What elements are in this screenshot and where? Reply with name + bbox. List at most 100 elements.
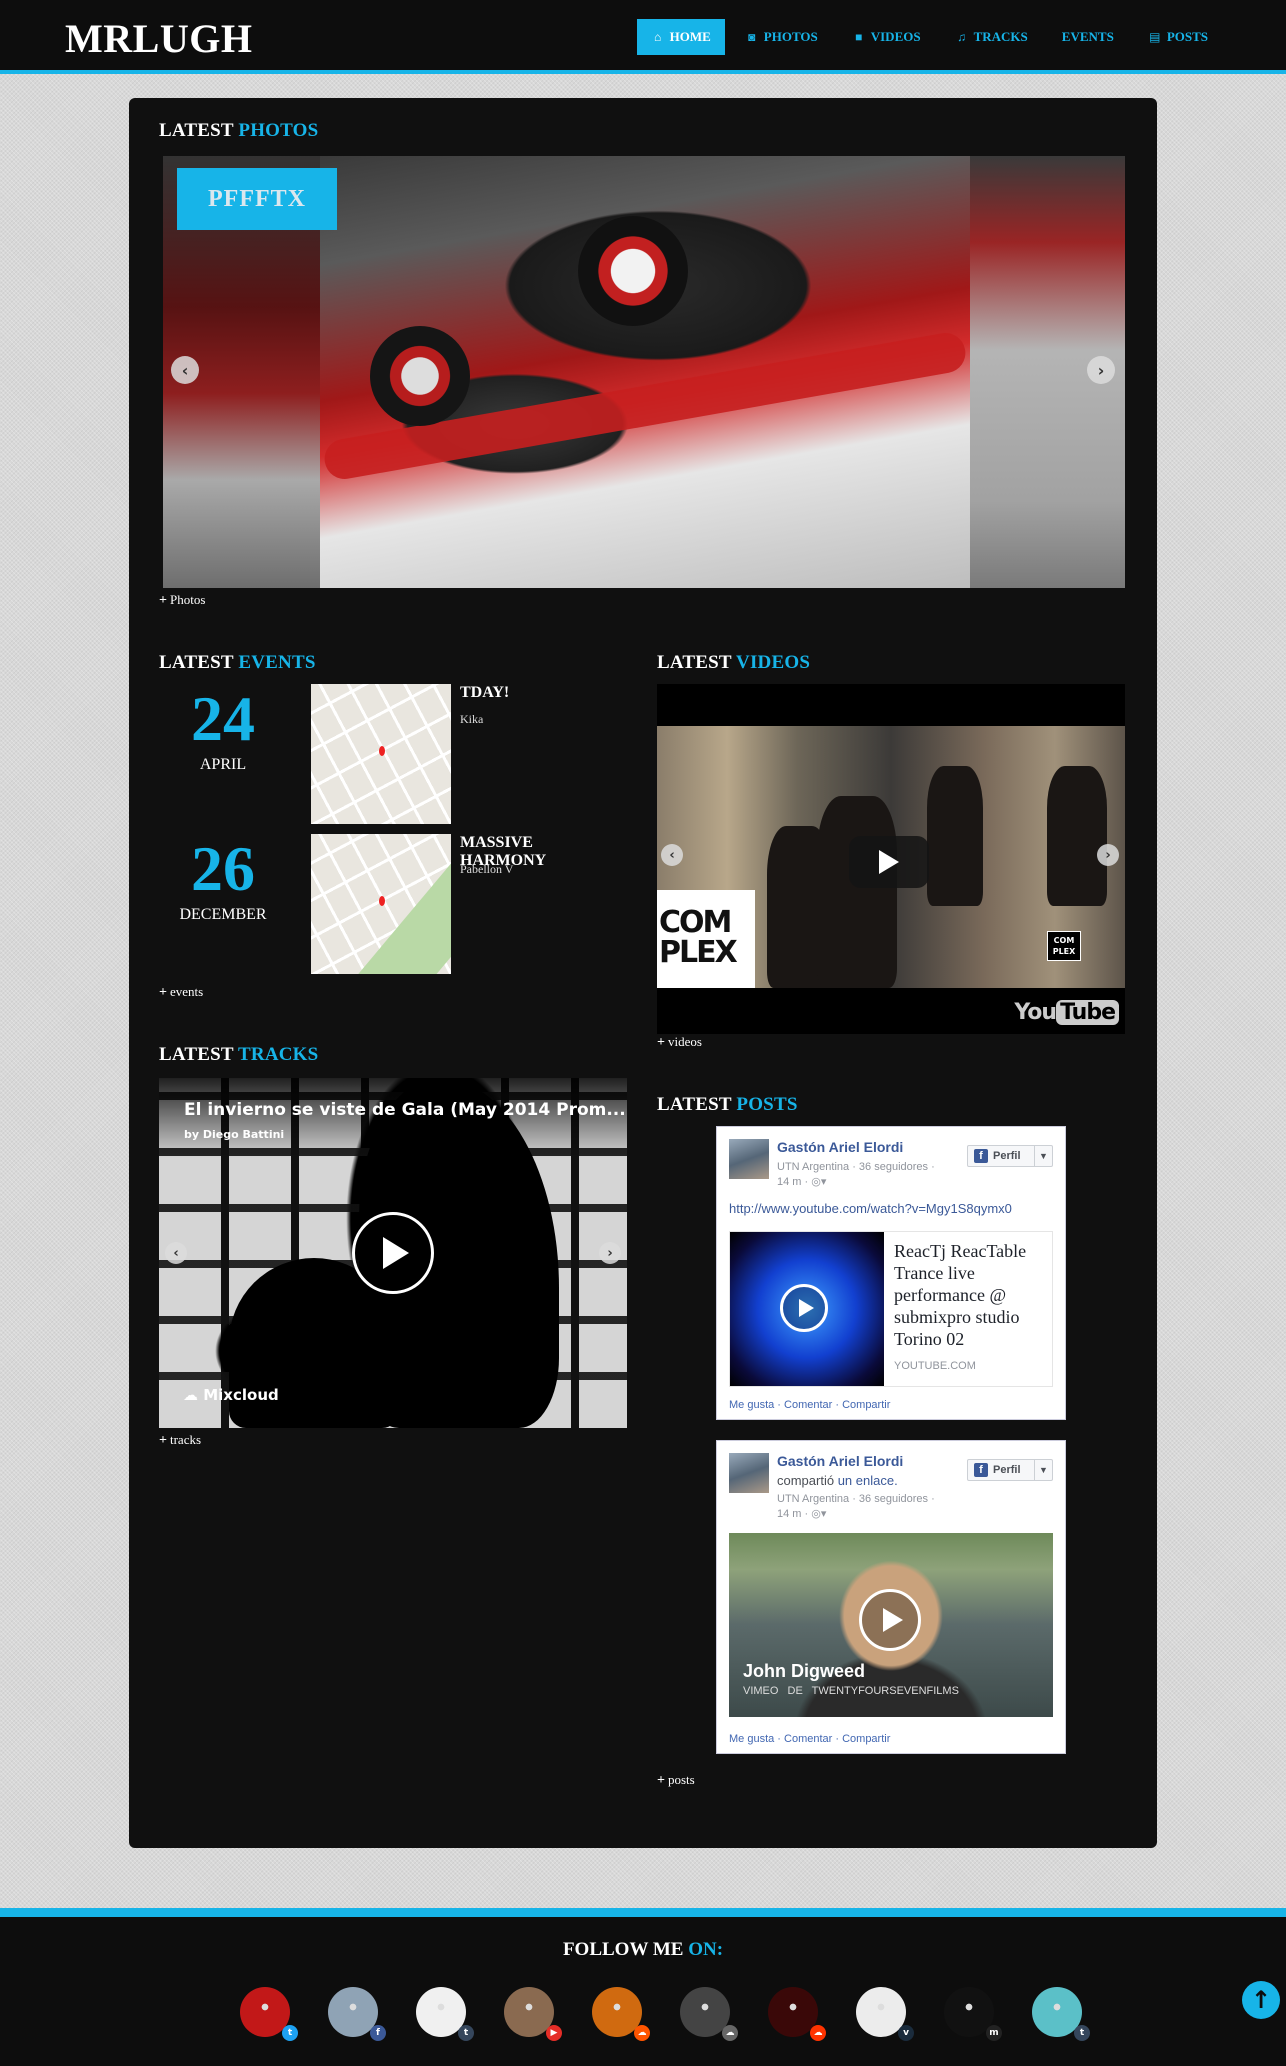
social-link-tumblr[interactable]: t [416, 1987, 474, 2041]
title-highlight: VIDEOS [736, 652, 811, 673]
embedded-video[interactable]: John Digweed VIMEO DE TWENTYFOURSEVENFIL… [729, 1533, 1053, 1717]
post-actions[interactable]: Me gusta · Comentar · Compartir [729, 1399, 890, 1411]
post-meta: UTN Argentina · 36 seguidores · [777, 1493, 935, 1505]
more-events-link[interactable]: + events [159, 984, 203, 1001]
plus-icon: + [657, 1035, 665, 1050]
twitter-icon: t [282, 2025, 298, 2041]
facebook-icon: f [974, 1149, 988, 1163]
event-place: Kika [460, 712, 484, 726]
current-slide-image [320, 156, 970, 588]
nav-home[interactable]: ⌂ HOME [636, 19, 725, 55]
youtube-player[interactable]: COM PLEX COM PLEX ‹ › You Tube [657, 684, 1125, 1034]
track-next-arrow-icon[interactable]: › [599, 1242, 621, 1264]
facebook-icon: f [974, 1463, 988, 1477]
mixcloud-logo[interactable]: ☁ Mixcloud [183, 1386, 279, 1404]
more-photos-link[interactable]: + Photos [159, 592, 205, 609]
brand-logo[interactable]: MRLUGH [65, 15, 252, 62]
social-link-soundcloud[interactable]: ☁ [680, 1987, 738, 2041]
profile-button[interactable]: f Perfil ▼ [967, 1459, 1053, 1481]
slider-next-arrow-icon[interactable]: › [1087, 356, 1115, 384]
post-action-link[interactable]: un enlace. [838, 1473, 898, 1488]
mixcloud-player[interactable]: El invierno se viste de Gala (May 2014 P… [159, 1078, 627, 1428]
event-item[interactable]: 24 APRIL TDAY! Kika [163, 684, 603, 826]
social-link-youtube[interactable]: ▶ [504, 1987, 562, 2041]
event-item[interactable]: 26 DECEMBER MASSIVE HARMONY Pabellon V [163, 834, 603, 976]
profile-button[interactable]: f Perfil ▼ [967, 1145, 1053, 1167]
nav-tracks[interactable]: ♫ TRACKS [941, 19, 1042, 55]
social-link-twitter[interactable]: t [240, 1987, 298, 2041]
post-link[interactable]: http://www.youtube.com/watch?v=Mgy1S8qym… [729, 1201, 1012, 1216]
post-author[interactable]: Gastón Ariel Elordi [777, 1453, 903, 1469]
tumblr-icon: t [458, 2025, 474, 2041]
post-meta: UTN Argentina · 36 seguidores · [777, 1161, 935, 1173]
more-posts-label: posts [667, 1772, 695, 1787]
profile-button-label: Perfil [993, 1464, 1021, 1476]
social-link-tumblr[interactable]: t [1032, 1987, 1090, 2041]
more-videos-label: videos [667, 1034, 702, 1049]
photo-slider[interactable]: PFFFTX ‹ › [163, 156, 1125, 588]
youtube-logo-you: You [1014, 1000, 1057, 1025]
title-prefix: LATEST [657, 652, 737, 673]
social-link-mixcloud[interactable]: m [944, 1987, 1002, 2041]
social-link-soundcloud[interactable]: ☁ [592, 1987, 650, 2041]
youtube-logo[interactable]: You Tube [1014, 1000, 1119, 1025]
facebook-icon: f [370, 2025, 386, 2041]
social-link-facebook[interactable]: f [328, 1987, 386, 2041]
link-title[interactable]: ReacTj ReacTable Trance live performance… [894, 1240, 1050, 1350]
facebook-post[interactable]: Gastón Ariel Elordi compartió un enlace.… [716, 1440, 1066, 1754]
post-author[interactable]: Gastón Ariel Elordi [777, 1139, 903, 1155]
more-videos-link[interactable]: + videos [657, 1034, 702, 1051]
back-to-top-arrow-icon[interactable]: ↑ [1242, 1981, 1280, 2019]
nav-photos[interactable]: ◙ PHOTOS [731, 19, 832, 55]
more-tracks-link[interactable]: + tracks [159, 1432, 201, 1449]
play-button-icon[interactable] [780, 1284, 828, 1332]
post-time: 14 m · ◎▾ [777, 1508, 827, 1520]
soundcloud-icon: ☁ [634, 2025, 650, 2041]
nav-events[interactable]: EVENTS [1048, 19, 1128, 55]
caret-down-icon[interactable]: ▼ [1034, 1146, 1052, 1166]
event-map[interactable] [311, 684, 451, 824]
post-actions[interactable]: Me gusta · Comentar · Compartir [729, 1733, 890, 1745]
track-prev-arrow-icon[interactable]: ‹ [165, 1242, 187, 1264]
slider-prev-arrow-icon[interactable]: ‹ [171, 356, 199, 384]
play-button-icon[interactable] [352, 1212, 434, 1294]
nav-label: PHOTOS [763, 29, 818, 44]
facebook-post[interactable]: Gastón Ariel Elordi UTN Argentina · 36 s… [716, 1126, 1066, 1420]
event-name[interactable]: TDAY! [460, 684, 509, 702]
headphone-earcup [370, 326, 470, 426]
social-links: t f t ▶ ☁ ☁ ☁ v m t [240, 1987, 1090, 2041]
track-author[interactable]: by Diego Battini [184, 1128, 284, 1141]
more-posts-link[interactable]: + posts [657, 1772, 695, 1789]
profile-button-label: Perfil [993, 1150, 1021, 1162]
video-person [1047, 766, 1107, 906]
event-month: DECEMBER [179, 906, 267, 923]
camera-icon: ◙ [748, 29, 756, 44]
vimeo-icon: v [898, 2025, 914, 2041]
event-month: APRIL [199, 756, 247, 773]
mixcloud-icon: m [986, 2025, 1002, 2041]
event-map[interactable] [311, 834, 451, 974]
home-icon: ⌂ [654, 29, 662, 44]
event-day: 26 [191, 833, 255, 904]
music-icon: ♫ [957, 29, 967, 44]
title-prefix: LATEST [657, 1094, 737, 1115]
link-preview-card[interactable]: ReacTj ReacTable Trance live performance… [729, 1231, 1053, 1387]
link-thumbnail [730, 1232, 884, 1386]
caret-down-icon[interactable]: ▼ [1034, 1460, 1052, 1480]
track-title[interactable]: El invierno se viste de Gala (May 2014 P… [184, 1100, 626, 1120]
nav-videos[interactable]: ■ VIDEOS [838, 19, 935, 55]
avatar[interactable] [729, 1139, 769, 1179]
play-button-icon[interactable] [859, 1589, 921, 1651]
title-prefix: LATEST [159, 652, 239, 673]
nav-posts[interactable]: ▤ POSTS [1134, 19, 1222, 55]
title-prefix: LATEST [159, 120, 239, 141]
social-link-soundcloud[interactable]: ☁ [768, 1987, 826, 2041]
link-domain: YOUTUBE.COM [894, 1360, 976, 1372]
video-prev-arrow-icon[interactable]: ‹ [661, 844, 683, 866]
play-button-icon[interactable] [849, 836, 929, 888]
video-next-arrow-icon[interactable]: › [1097, 844, 1119, 866]
social-link-vimeo[interactable]: v [856, 1987, 914, 2041]
more-photos-label: Photos [169, 592, 206, 607]
avatar[interactable] [729, 1453, 769, 1493]
youtube-icon: ▶ [546, 2025, 562, 2041]
